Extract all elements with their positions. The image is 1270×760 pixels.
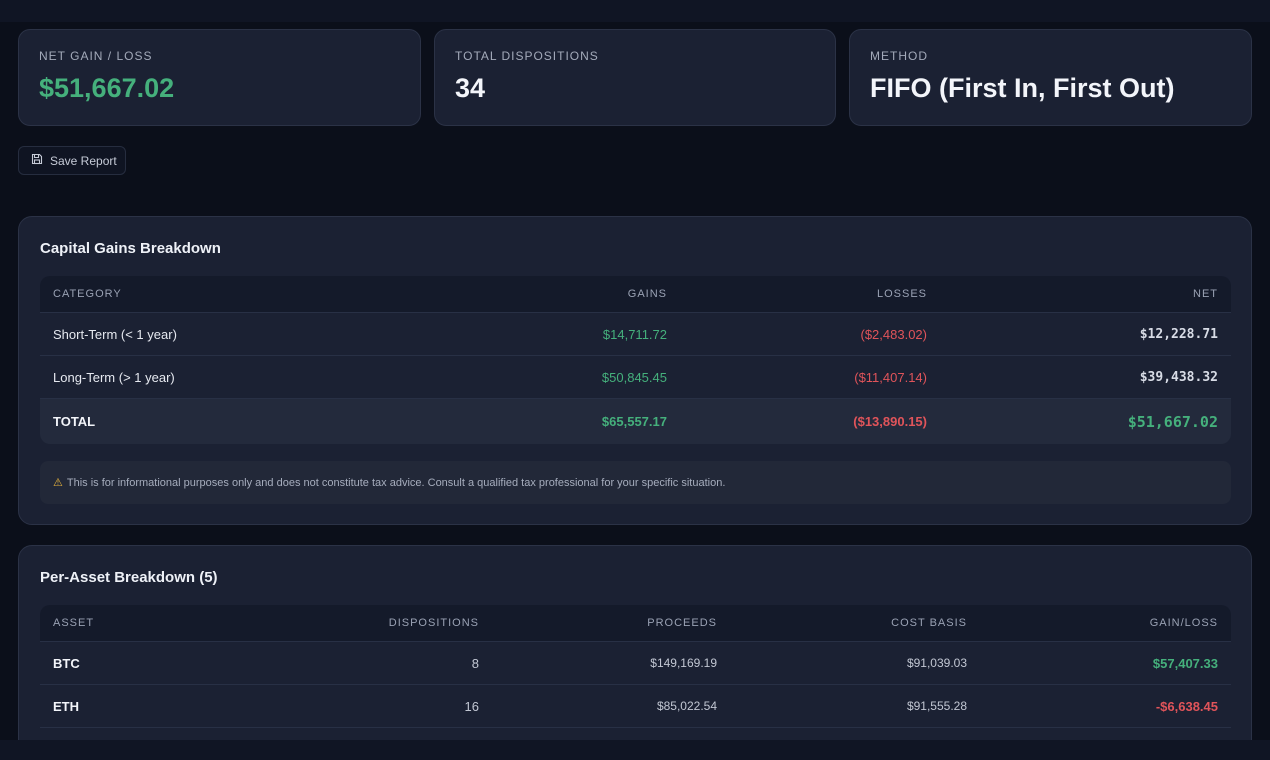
table-row-total: TOTAL $65,557.17 ($13,890.15) $51,667.02 bbox=[40, 399, 1231, 444]
table-row: Short-Term (< 1 year) $14,711.72 ($2,483… bbox=[40, 313, 1231, 356]
table-header: CATEGORY GAINS LOSSES NET bbox=[40, 276, 1231, 313]
save-icon bbox=[31, 153, 43, 168]
cell-gains: $14,711.72 bbox=[602, 326, 667, 342]
header-gains: GAINS bbox=[627, 288, 667, 300]
header-dispositions: DISPOSITIONS bbox=[388, 617, 479, 629]
header-proceeds: PROCEEDS bbox=[647, 617, 717, 629]
cell-dispositions: 8 bbox=[471, 655, 479, 671]
cell-net: $39,438.32 bbox=[1139, 369, 1218, 385]
cell-gain-loss: -$6,638.45 bbox=[1155, 698, 1218, 714]
cell-dispositions: 16 bbox=[464, 698, 479, 714]
panel-title: Capital Gains Breakdown bbox=[40, 240, 221, 257]
capital-gains-panel: Capital Gains Breakdown CATEGORY GAINS L… bbox=[18, 216, 1252, 525]
warning-icon: ⚠ bbox=[53, 477, 63, 489]
save-report-label: Save Report bbox=[50, 153, 117, 168]
top-bar bbox=[0, 0, 1270, 22]
capital-gains-table: CATEGORY GAINS LOSSES NET Short-Term (< … bbox=[40, 276, 1231, 444]
table-row: BTC 8 $149,169.19 $91,039.03 $57,407.33 bbox=[40, 642, 1231, 685]
cell-losses: ($11,407.14) bbox=[854, 369, 927, 385]
table-row: ETH 16 $85,022.54 $91,555.28 -$6,638.45 bbox=[40, 685, 1231, 728]
table-header: ASSET DISPOSITIONS PROCEEDS COST BASIS G… bbox=[40, 605, 1231, 642]
stat-value: $51,667.02 bbox=[39, 73, 175, 103]
cell-net: $12,228.71 bbox=[1139, 326, 1218, 342]
header-cost-basis: COST BASIS bbox=[891, 617, 967, 629]
stat-value: 34 bbox=[455, 73, 486, 103]
cell-gains: $50,845.45 bbox=[601, 369, 667, 385]
cell-cost-basis: $91,555.28 bbox=[906, 699, 967, 713]
stat-label: NET GAIN / LOSS bbox=[39, 49, 153, 63]
cell-category: TOTAL bbox=[53, 414, 96, 429]
cell-net: $51,667.02 bbox=[1127, 412, 1218, 431]
disclaimer-text: This is for informational purposes only … bbox=[66, 476, 726, 489]
cell-category: Long-Term (> 1 year) bbox=[53, 369, 175, 385]
disclaimer-notice: ⚠ This is for informational purposes onl… bbox=[40, 461, 1231, 504]
stat-value: FIFO (First In, First Out) bbox=[870, 73, 1175, 103]
cell-cost-basis: $91,039.03 bbox=[906, 656, 967, 670]
header-gain-loss: GAIN/LOSS bbox=[1149, 617, 1218, 629]
cell-asset: BTC bbox=[53, 655, 80, 671]
save-report-button[interactable]: Save Report bbox=[18, 146, 126, 175]
stat-card-total-dispositions: TOTAL DISPOSITIONS 34 bbox=[434, 29, 836, 126]
cell-asset: ETH bbox=[53, 698, 79, 714]
table-row: Long-Term (> 1 year) $50,845.45 ($11,407… bbox=[40, 356, 1231, 399]
bottom-bar bbox=[0, 740, 1270, 760]
header-losses: LOSSES bbox=[876, 288, 927, 300]
cell-proceeds: $149,169.19 bbox=[650, 656, 717, 670]
stat-card-method: METHOD FIFO (First In, First Out) bbox=[849, 29, 1252, 126]
header-net: NET bbox=[1193, 288, 1218, 300]
cell-gains: $65,557.17 bbox=[601, 414, 667, 429]
cell-proceeds: $85,022.54 bbox=[656, 699, 717, 713]
cell-category: Short-Term (< 1 year) bbox=[53, 326, 177, 342]
stat-label: METHOD bbox=[870, 49, 928, 63]
cell-gain-loss: $57,407.33 bbox=[1152, 655, 1218, 671]
panel-title: Per-Asset Breakdown (5) bbox=[40, 569, 218, 586]
cell-losses: ($2,483.02) bbox=[860, 326, 928, 342]
header-asset: ASSET bbox=[53, 617, 95, 629]
header-category: CATEGORY bbox=[53, 288, 122, 300]
stat-card-net-gain: NET GAIN / LOSS $51,667.02 bbox=[18, 29, 421, 126]
stat-label: TOTAL DISPOSITIONS bbox=[455, 49, 599, 63]
per-asset-panel: Per-Asset Breakdown (5) ASSET DISPOSITIO… bbox=[18, 545, 1252, 760]
cell-losses: ($13,890.15) bbox=[853, 414, 927, 429]
per-asset-table: ASSET DISPOSITIONS PROCEEDS COST BASIS G… bbox=[40, 605, 1231, 728]
